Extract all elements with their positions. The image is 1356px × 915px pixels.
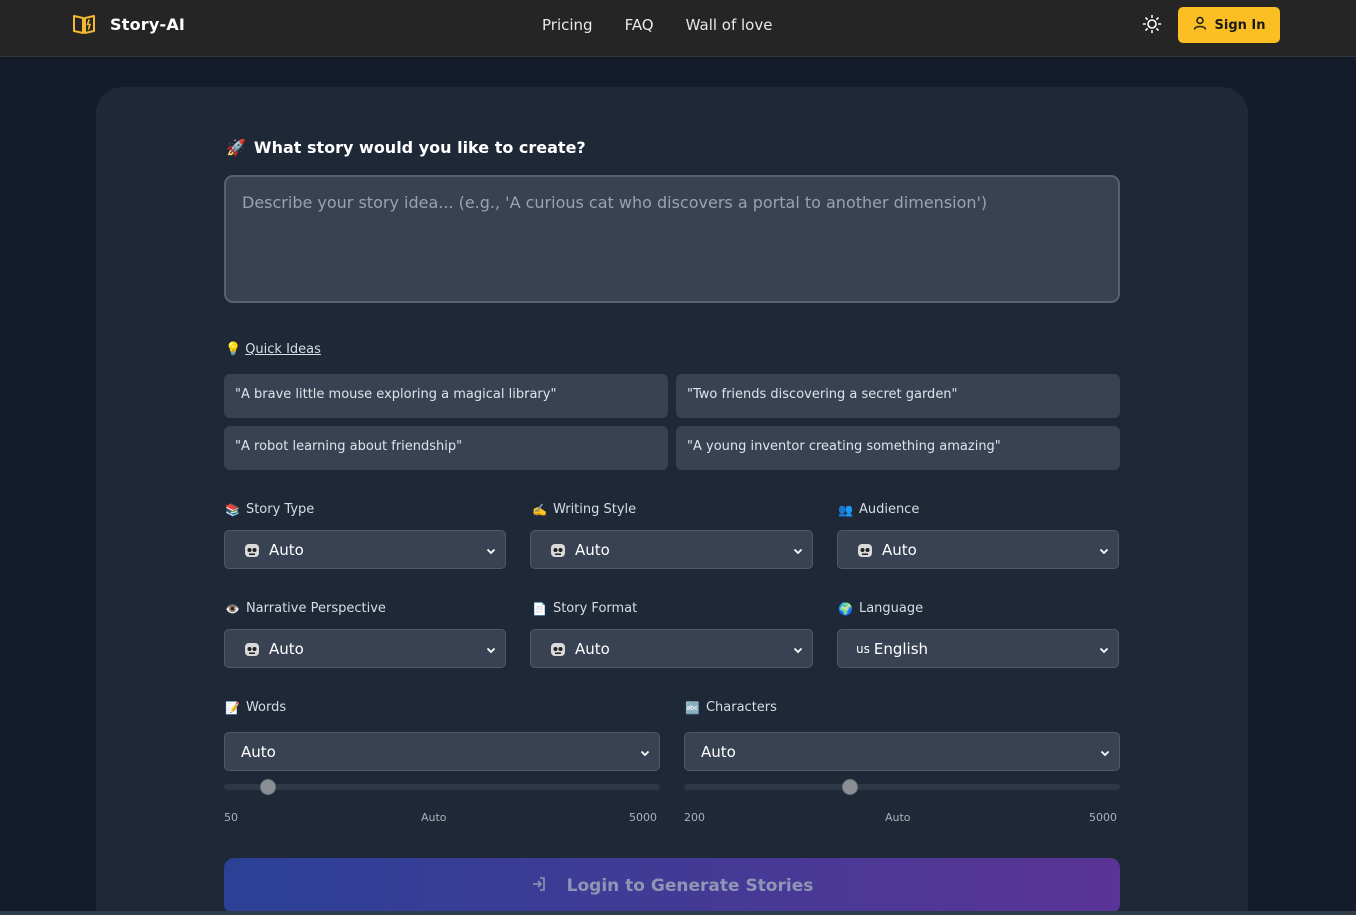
words-slider[interactable] <box>224 784 660 790</box>
nav-pricing[interactable]: Pricing <box>542 16 593 34</box>
perspective-select[interactable]: Auto <box>224 629 506 668</box>
quick-idea-3[interactable]: "A robot learning about friendship" <box>224 426 668 470</box>
story-format-select[interactable]: Auto <box>530 629 813 668</box>
theme-toggle-button[interactable] <box>1140 14 1164 38</box>
brand-logo[interactable]: Story-AI <box>72 13 185 35</box>
story-type-label-text: Story Type <box>245 502 315 517</box>
chevron-down-icon <box>792 642 804 660</box>
story-format-value: Auto <box>575 639 610 658</box>
characters-mid: Auto <box>885 811 911 824</box>
writing-style-value: Auto <box>575 540 610 559</box>
robot-face-icon <box>549 640 567 658</box>
writing-style-select[interactable]: Auto <box>530 530 813 569</box>
words-slider-thumb[interactable] <box>259 779 276 795</box>
chevron-down-icon <box>1098 642 1110 660</box>
login-to-generate-label: Login to Generate Stories <box>566 876 814 896</box>
robot-face-icon <box>549 541 567 559</box>
bottom-divider <box>0 911 1356 915</box>
login-arrow-icon <box>531 876 567 897</box>
language-select[interactable]: us English <box>837 629 1119 668</box>
perspective-label-text: Narrative Perspective <box>245 601 386 616</box>
words-value: Auto <box>241 742 276 761</box>
globe-icon: 🌍 <box>838 601 853 616</box>
chevron-down-icon <box>1098 543 1110 561</box>
robot-face-icon <box>243 640 261 658</box>
story-idea-input[interactable] <box>224 175 1120 303</box>
perspective-label: 👁️ Narrative Perspective <box>225 601 386 616</box>
words-select[interactable]: Auto <box>224 732 660 771</box>
sun-icon <box>1142 14 1162 38</box>
chevron-down-icon <box>792 543 804 561</box>
chevron-down-icon <box>485 543 497 561</box>
words-mid: Auto <box>421 811 447 824</box>
brand-name: Story-AI <box>110 14 186 34</box>
chevron-down-icon <box>639 745 651 763</box>
lightbulb-icon: 💡 <box>225 342 242 357</box>
quick-idea-4[interactable]: "A young inventor creating something ama… <box>676 426 1120 470</box>
prompt-heading: 🚀 What story would you like to create? <box>226 138 586 157</box>
characters-slider-thumb[interactable] <box>841 779 858 795</box>
user-icon <box>1193 16 1215 34</box>
writing-style-label: ✍️ Writing Style <box>532 502 636 517</box>
main-nav: Pricing FAQ Wall of love <box>542 16 804 34</box>
robot-face-icon <box>856 541 874 559</box>
words-max: 5000 <box>629 811 657 824</box>
characters-max: 5000 <box>1089 811 1117 824</box>
quick-ideas-title: Quick Ideas <box>245 342 321 357</box>
prompt-title: What story would you like to create? <box>253 138 586 157</box>
sign-in-button[interactable]: Sign In <box>1178 7 1280 43</box>
language-value: English <box>873 639 929 658</box>
audience-value: Auto <box>882 540 917 559</box>
books-icon: 📚 <box>225 502 240 517</box>
sign-in-label: Sign In <box>1214 17 1266 33</box>
people-icon: 👥 <box>838 502 853 517</box>
chevron-down-icon <box>485 642 497 660</box>
top-nav-bar: Story-AI Pricing FAQ Wall of love Sign I… <box>0 0 1356 57</box>
characters-label: 🔤 Characters <box>685 700 777 715</box>
words-min: 50 <box>224 811 238 824</box>
language-label: 🌍 Language <box>838 601 923 616</box>
story-type-select[interactable]: Auto <box>224 530 506 569</box>
page-icon: 📄 <box>532 601 547 616</box>
us-flag-icon: us <box>856 641 870 656</box>
characters-slider[interactable] <box>684 784 1120 790</box>
characters-min: 200 <box>684 811 705 824</box>
memo-icon: 📝 <box>225 700 240 715</box>
quick-idea-2[interactable]: "Two friends discovering a secret garden… <box>676 374 1120 418</box>
story-type-label: 📚 Story Type <box>225 502 314 517</box>
language-label-text: Language <box>858 601 924 616</box>
story-format-label-text: Story Format <box>552 601 638 616</box>
words-label-text: Words <box>245 700 287 715</box>
chevron-down-icon <box>1099 745 1111 763</box>
perspective-value: Auto <box>269 639 304 658</box>
open-book-icon <box>72 13 96 35</box>
login-to-generate-button[interactable]: Login to Generate Stories <box>224 858 1120 914</box>
nav-faq[interactable]: FAQ <box>625 16 654 34</box>
characters-label-text: Characters <box>705 700 777 715</box>
abc-icon: 🔤 <box>685 700 700 715</box>
robot-face-icon <box>243 541 261 559</box>
writing-hand-icon: ✍️ <box>532 502 547 517</box>
audience-label-text: Audience <box>858 502 920 517</box>
eye-icon: 👁️ <box>225 601 240 616</box>
nav-wall-of-love[interactable]: Wall of love <box>686 16 773 34</box>
story-format-label: 📄 Story Format <box>532 601 637 616</box>
audience-select[interactable]: Auto <box>837 530 1119 569</box>
quick-ideas-heading: 💡 Quick Ideas <box>225 342 321 357</box>
characters-value: Auto <box>701 742 736 761</box>
quick-idea-1[interactable]: "A brave little mouse exploring a magica… <box>224 374 668 418</box>
writing-style-label-text: Writing Style <box>552 502 637 517</box>
words-label: 📝 Words <box>225 700 286 715</box>
characters-select[interactable]: Auto <box>684 732 1120 771</box>
rocket-icon: 🚀 <box>226 138 246 157</box>
story-type-value: Auto <box>269 540 304 559</box>
audience-label: 👥 Audience <box>838 502 919 517</box>
